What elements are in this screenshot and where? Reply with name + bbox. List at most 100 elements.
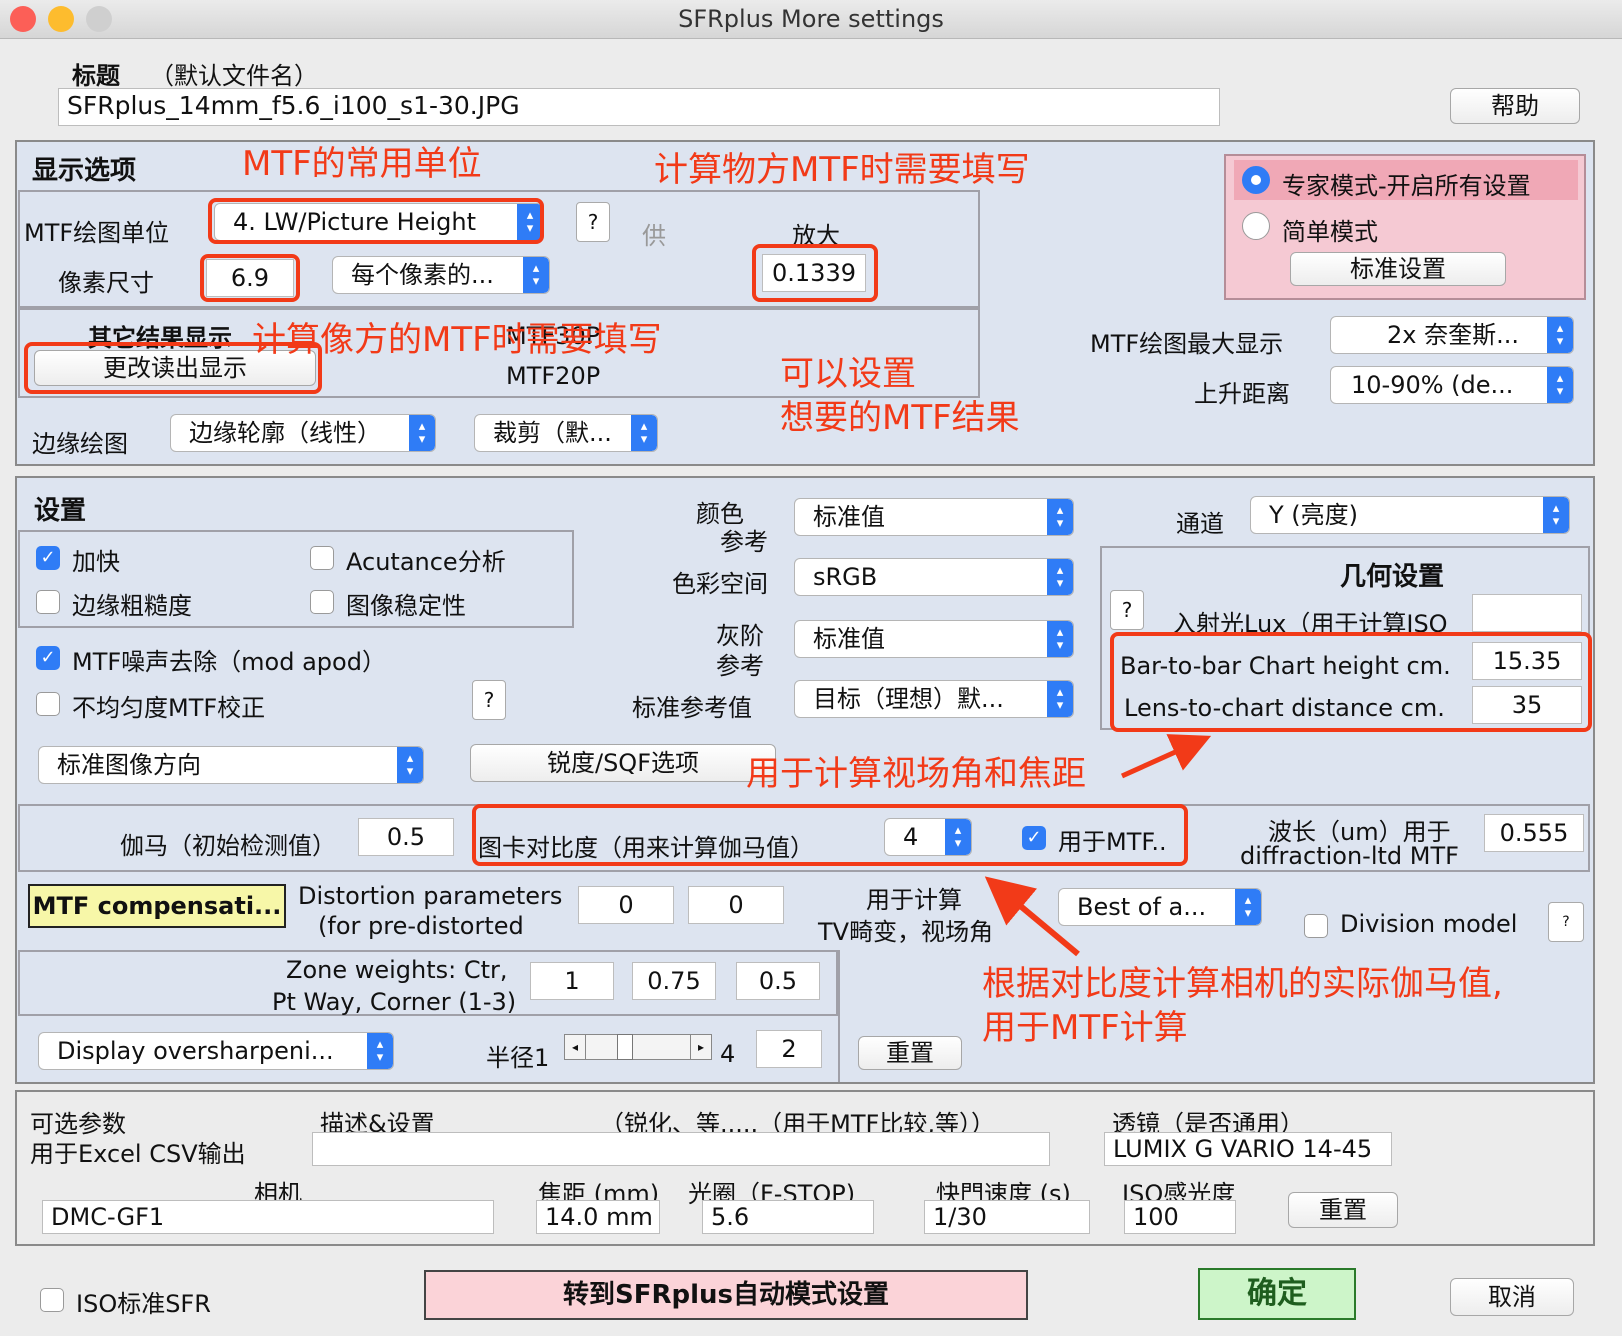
edge-plot-select[interactable]: 边缘轮廓（线性） ▴ ▾: [170, 414, 436, 452]
nonuniform-label: 不均匀度MTF校正: [72, 694, 266, 722]
expert-mode-label: 专家模式-开启所有设置: [1282, 172, 1531, 200]
noise-removal-checkbox[interactable]: ✓: [36, 646, 60, 670]
best-of-select[interactable]: Best of a... ▴ ▾: [1058, 888, 1262, 926]
lux-field[interactable]: [1472, 594, 1582, 632]
annotation-set-results-2: 想要的MTF结果: [780, 398, 1020, 438]
wavelength-label-2: diffraction-ltd MTF: [1240, 842, 1459, 870]
distortion-field-2[interactable]: 0: [688, 886, 784, 924]
mtf-max-value: 2x 奈奎斯...: [1387, 321, 1519, 349]
zone-ctr-field[interactable]: 1: [530, 962, 614, 1000]
division-help-button[interactable]: ?: [1548, 902, 1584, 942]
mtf20p-label: MTF20P: [506, 362, 601, 390]
color-ref-label-2: 参考: [720, 528, 768, 556]
radius-field[interactable]: 2: [756, 1030, 822, 1068]
slider-right-arrow-icon[interactable]: ▸: [690, 1035, 711, 1059]
annotation-image-mtf: 计算像方的MTF时需要填写: [252, 320, 662, 360]
channel-select[interactable]: Y (亮度) ▴ ▾: [1250, 496, 1570, 534]
optional-reset-button[interactable]: 重置: [1288, 1192, 1398, 1228]
crop-select[interactable]: 裁剪（默... ▴ ▾: [474, 414, 658, 452]
division-model-checkbox[interactable]: [1304, 914, 1328, 938]
stability-checkbox[interactable]: [310, 590, 334, 614]
edge-plot-value: 边缘轮廓（线性）: [189, 419, 381, 447]
color-space-value: sRGB: [813, 563, 878, 591]
mtf-compensation-button[interactable]: MTF compensati...: [28, 884, 286, 928]
simple-mode-radio[interactable]: [1242, 212, 1270, 240]
expert-mode-radio[interactable]: [1242, 166, 1270, 194]
color-space-select[interactable]: sRGB ▴ ▾: [794, 558, 1074, 596]
stability-label: 图像稳定性: [346, 592, 466, 620]
mtf-unit-label: MTF绘图单位: [24, 219, 170, 247]
lens-field[interactable]: LUMIX G VARIO 14-45: [1104, 1132, 1392, 1166]
aperture-field[interactable]: 5.6: [702, 1200, 874, 1234]
iso-std-sfr-checkbox[interactable]: [40, 1288, 64, 1312]
rise-distance-label: 上升距离: [1194, 380, 1290, 408]
zone-pt-field[interactable]: 0.75: [632, 962, 716, 1000]
select-arrows-icon: ▴ ▾: [1235, 889, 1261, 925]
speedup-label: 加快: [72, 548, 120, 576]
orientation-value: 标准图像方向: [57, 751, 201, 779]
iso-field[interactable]: 100: [1124, 1200, 1236, 1234]
rise-distance-select[interactable]: 10-90% (de... ▴ ▾: [1330, 366, 1574, 404]
annotation-gamma-1: 根据对比度计算相机的实际伽马值,: [982, 964, 1503, 1004]
title-hint: （默认文件名）: [150, 62, 318, 90]
select-arrows-icon: ▴ ▾: [367, 1033, 393, 1069]
slider-left-arrow-icon[interactable]: ◂: [565, 1035, 586, 1059]
cancel-button[interactable]: 取消: [1450, 1278, 1574, 1316]
mtf-unit-help-button[interactable]: ?: [576, 202, 610, 242]
select-arrows-icon: ▴ ▾: [1547, 317, 1573, 353]
standard-settings-button[interactable]: 标准设置: [1290, 252, 1506, 286]
gray-ref-select[interactable]: 标准值 ▴ ▾: [794, 620, 1074, 658]
slider-thumb[interactable]: [617, 1034, 633, 1060]
std-ref-label: 标准参考值: [632, 694, 752, 722]
nonuniform-help-button[interactable]: ?: [472, 680, 506, 720]
shutter-field[interactable]: 1/30: [924, 1200, 1090, 1234]
edge-plot-label: 边缘绘图: [32, 430, 128, 458]
nonuniform-checkbox[interactable]: [36, 692, 60, 716]
tv-label-1: 用于计算: [866, 886, 962, 914]
distortion-field-1[interactable]: 0: [578, 886, 674, 924]
filename-field[interactable]: SFRplus_14mm_f5.6_i100_s1-30.JPG: [58, 88, 1220, 126]
contrast-highlight: [472, 804, 1188, 866]
display-options-heading: 显示选项: [32, 156, 137, 186]
focal-length-field[interactable]: 14.0 mm: [536, 1200, 660, 1234]
color-ref-select[interactable]: 标准值 ▴ ▾: [794, 498, 1074, 536]
select-arrows-icon: ▴ ▾: [523, 257, 549, 293]
description-field[interactable]: [312, 1132, 1050, 1166]
mtf-max-select[interactable]: 2x 奈奎斯... ▴ ▾: [1330, 316, 1574, 354]
lux-help-button[interactable]: ?: [1110, 590, 1144, 630]
select-arrows-icon: ▴ ▾: [1543, 497, 1569, 533]
gamma-label: 伽马（初始检测值）: [120, 832, 336, 860]
settings-heading: 设置: [34, 496, 87, 526]
zone-corner-field[interactable]: 0.5: [736, 962, 820, 1000]
std-ref-select[interactable]: 目标（理想）默... ▴ ▾: [794, 680, 1074, 718]
edge-roughness-checkbox[interactable]: [36, 590, 60, 614]
settings-reset-button[interactable]: 重置: [858, 1036, 962, 1070]
gamma-field[interactable]: 0.5: [358, 818, 454, 856]
sharpness-options-button[interactable]: 锐度/SQF选项: [470, 744, 776, 782]
ok-button[interactable]: 确定: [1198, 1268, 1356, 1320]
distortion-label-2: (for pre-distorted: [318, 912, 524, 940]
gray-ref-label-2: 参考: [716, 652, 764, 680]
goto-auto-mode-button[interactable]: 转到SFRplus自动模式设置: [424, 1270, 1028, 1320]
acutance-checkbox[interactable]: [310, 546, 334, 570]
noise-removal-label: MTF噪声去除（mod apod）: [72, 648, 386, 676]
help-button[interactable]: 帮助: [1450, 88, 1580, 124]
select-arrows-icon: ▴ ▾: [631, 415, 657, 451]
wavelength-field[interactable]: 0.555: [1484, 814, 1584, 852]
simple-mode-label: 简单模式: [1282, 218, 1378, 246]
per-pixel-select[interactable]: 每个像素的... ▴ ▾: [332, 256, 550, 294]
supply-label: 供: [642, 222, 666, 250]
crop-value: 裁剪（默...: [493, 419, 612, 447]
camera-field[interactable]: DMC-GF1: [42, 1200, 494, 1234]
speedup-checkbox[interactable]: ✓: [36, 546, 60, 570]
select-arrows-icon: ▴ ▾: [397, 747, 423, 783]
color-space-label: 色彩空间: [672, 570, 768, 598]
zone-label-2: Pt Way, Corner (1-3): [272, 988, 517, 1016]
select-arrows-icon: ▴ ▾: [1047, 621, 1073, 657]
mtf-unit-highlight: [208, 198, 544, 244]
select-arrows-icon: ▴ ▾: [1047, 499, 1073, 535]
orientation-select[interactable]: 标准图像方向 ▴ ▾: [38, 746, 424, 784]
select-arrows-icon: ▴ ▾: [1547, 367, 1573, 403]
radius-slider[interactable]: ◂ ▸: [564, 1034, 712, 1060]
oversharpening-select[interactable]: Display oversharpeni... ▴ ▾: [38, 1032, 394, 1070]
